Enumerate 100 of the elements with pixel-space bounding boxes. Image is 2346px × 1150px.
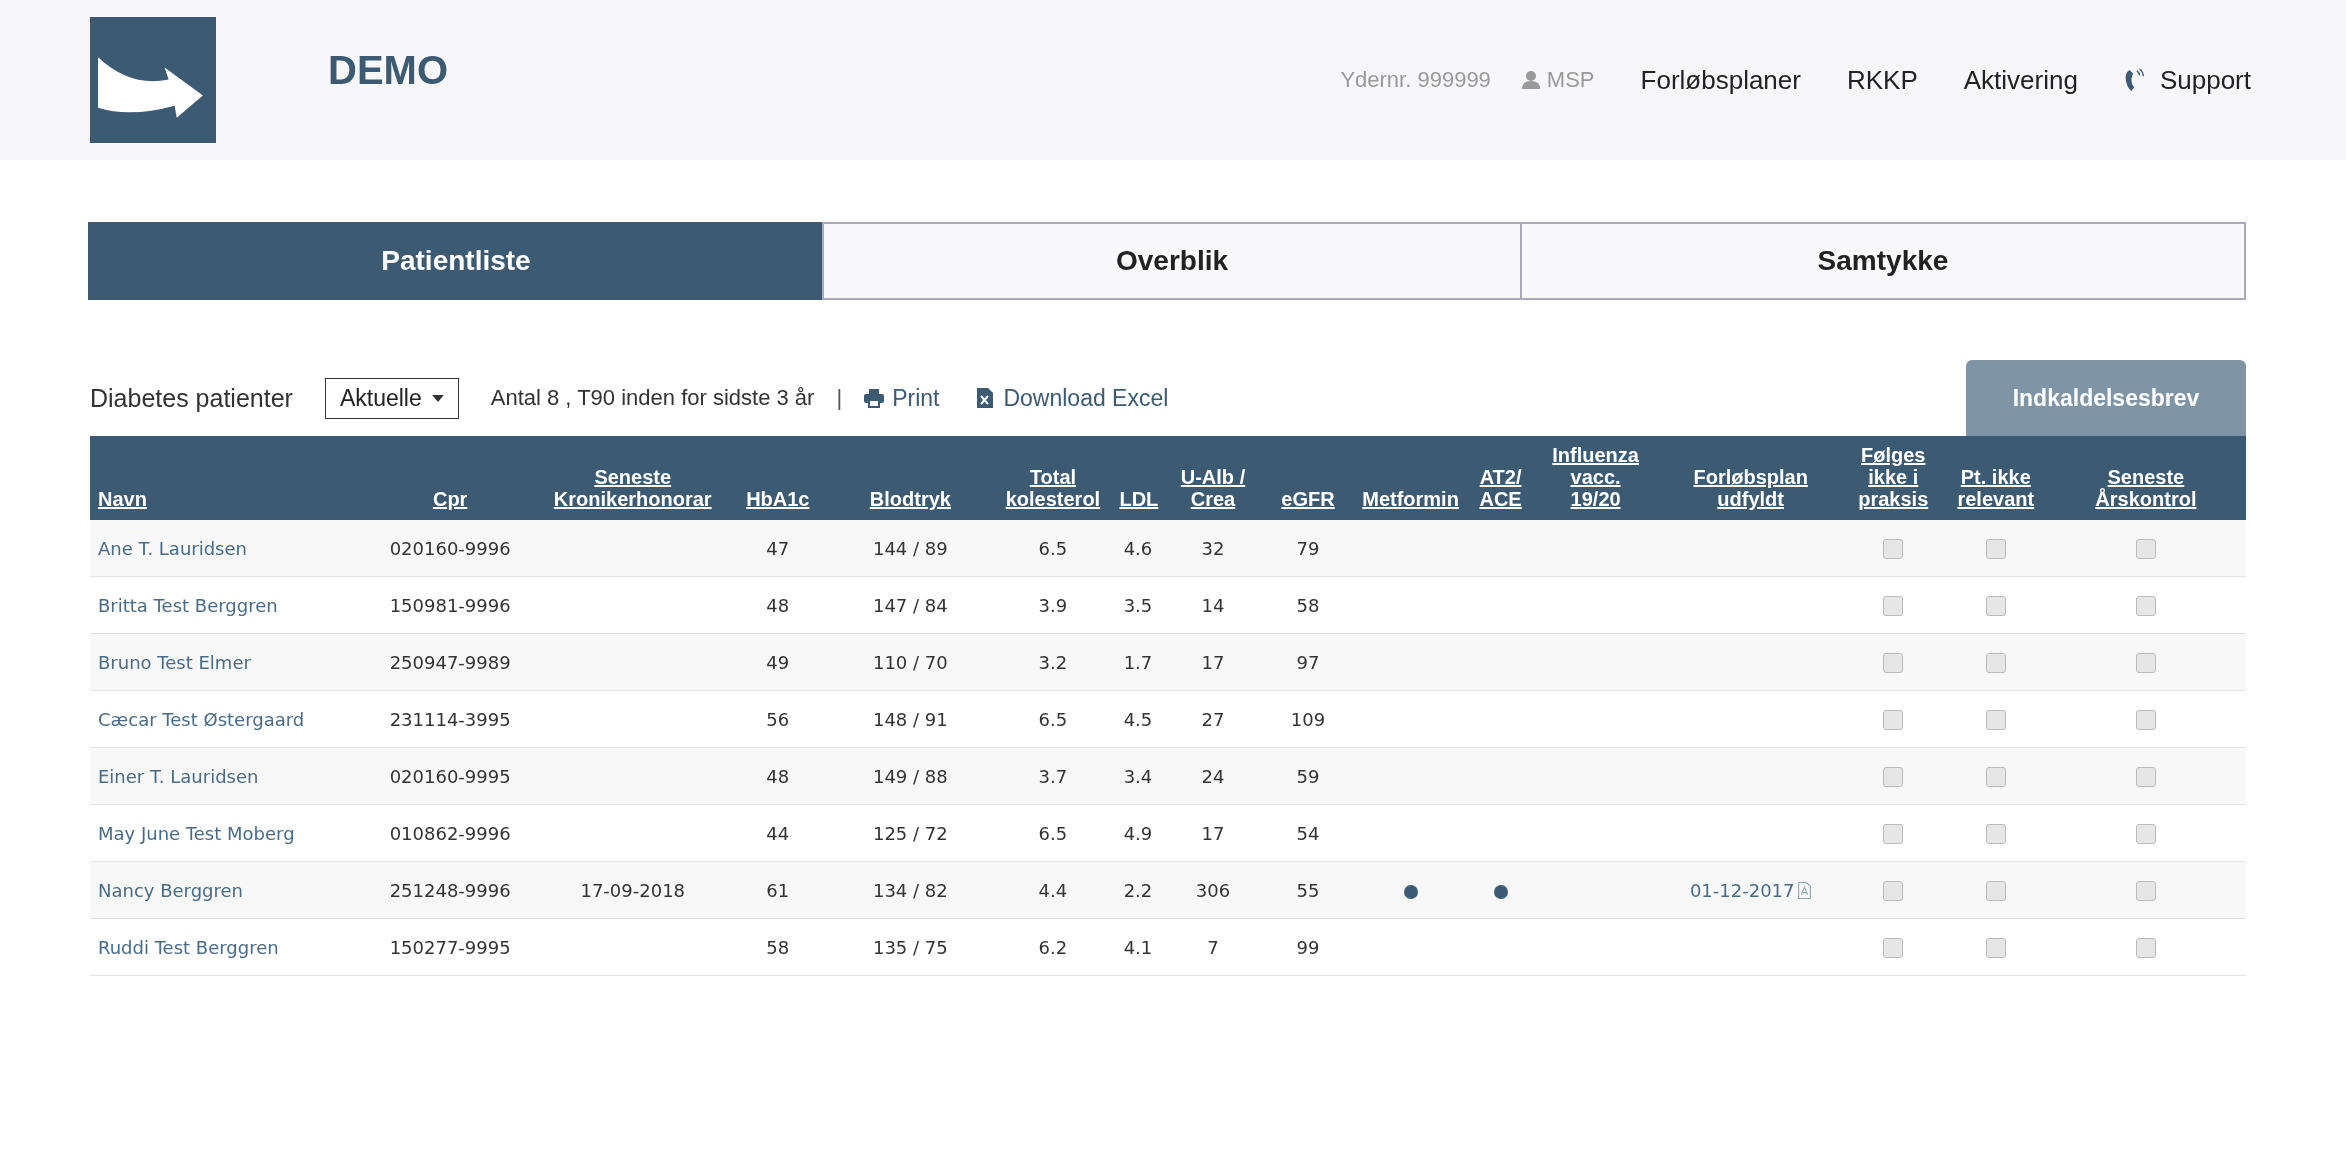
table-cell: 134 / 82 [872,879,948,901]
patient-name-link[interactable]: Cæcar Test Østergaard [98,708,305,730]
list-label: Diabetes patienter [90,383,293,413]
nav-link[interactable]: Forløbsplaner [1640,64,1801,96]
user-icon [1520,70,1541,90]
patient-name-link[interactable]: Ruddi Test Berggren [98,936,279,958]
checkbox[interactable] [2135,710,2156,730]
checkbox[interactable] [1985,938,2006,958]
tab[interactable]: Samtykke [1520,222,2246,300]
column-header[interactable]: HbA1c [746,488,810,510]
table-cell: 135 / 75 [872,936,948,958]
table-cell: 17 [1201,822,1225,844]
table-cell: 6.2 [1038,936,1068,958]
column-header[interactable]: Forløbsplan udfyldt [1693,466,1808,510]
support-link[interactable]: Support [2123,64,2251,96]
table-cell: 3.5 [1123,594,1153,616]
table-cell: 59 [1296,765,1320,787]
table-cell: 17 [1201,651,1225,673]
table-cell: 010862-9996 [389,822,511,844]
checkbox[interactable] [1985,539,2006,559]
table-cell: 49 [766,651,790,673]
column-header[interactable]: LDL [1119,488,1159,510]
column-header[interactable]: U-Alb / Crea [1180,466,1246,510]
checkbox[interactable] [1985,767,2006,787]
column-header[interactable]: Cpr [432,488,468,510]
checkbox[interactable] [2135,938,2156,958]
table-cell: 56 [766,708,790,730]
checkbox[interactable] [2135,596,2156,616]
table-cell: 4.9 [1123,822,1153,844]
table-cell: 3.4 [1123,765,1153,787]
checkbox[interactable] [1883,824,1904,844]
checkbox[interactable] [2135,824,2156,844]
table-cell: 149 / 88 [872,765,948,787]
checkbox[interactable] [2135,767,2156,787]
table-cell: 32 [1201,537,1225,559]
table-cell: 6.5 [1038,708,1068,730]
table-cell: 3.9 [1038,594,1068,616]
checkbox[interactable] [1985,881,2006,901]
table-cell: 110 / 70 [872,651,948,673]
column-header[interactable]: Influenza vacc. 19/20 [1552,444,1639,510]
table-cell: 44 [766,822,790,844]
table-cell: 1.7 [1123,651,1153,673]
table-cell: 144 / 89 [872,537,948,559]
checkbox[interactable] [1985,710,2006,730]
table-cell: 4.5 [1123,708,1153,730]
column-header[interactable]: Pt. ikke relevant [1957,466,2035,510]
column-header[interactable]: Total kolesterol [1005,466,1101,510]
table-cell: 14 [1201,594,1225,616]
column-header[interactable]: Seneste Kronikerhonorar [553,466,712,510]
checkbox[interactable] [1883,938,1904,958]
table-cell: 4.1 [1123,936,1153,958]
table-cell: 148 / 91 [872,708,948,730]
column-header[interactable]: Seneste Årskontrol [2095,466,2197,510]
download-excel-link[interactable]: Download Excel [975,384,1169,412]
table-cell: 24 [1201,765,1225,787]
phone-icon [2123,66,2146,94]
patient-name-link[interactable]: May June Test Moberg [98,822,295,844]
table-cell: 58 [766,936,790,958]
table-cell: 48 [766,765,790,787]
print-icon [864,388,885,408]
print-link[interactable]: Print [864,384,940,412]
checkbox[interactable] [1883,767,1904,787]
checkbox[interactable] [1883,653,1904,673]
table-cell: 150277-9995 [389,936,511,958]
checkbox[interactable] [2135,653,2156,673]
app-title: DEMO [328,47,448,93]
table-cell: 47 [766,537,790,559]
table-cell: 6.5 [1038,537,1068,559]
table-cell: 231114-3995 [389,708,511,730]
table-cell: 4.6 [1123,537,1153,559]
table-cell: 55 [1296,879,1320,901]
table-cell: 4.4 [1038,879,1068,901]
column-header[interactable]: eGFR [1281,488,1335,510]
column-header[interactable]: Metformin [1362,488,1459,510]
filter-dropdown[interactable]: Aktuelle [324,377,459,419]
column-header[interactable]: Følges ikke i praksis [1858,444,1929,510]
table-cell: 306 [1195,879,1231,901]
checkbox[interactable] [1883,539,1904,559]
checkbox[interactable] [1883,881,1904,901]
nav-link[interactable]: RKKP [1846,64,1918,96]
checkbox[interactable] [1985,596,2006,616]
checkbox[interactable] [1883,596,1904,616]
checkbox[interactable] [1985,653,2006,673]
table-cell: 97 [1296,651,1320,673]
column-header[interactable]: Blodtryk [869,488,951,510]
caret-icon [431,394,444,402]
tab[interactable]: Patientliste [88,222,824,300]
checkbox[interactable] [1883,710,1904,730]
column-header[interactable]: Navn [98,488,147,510]
checkbox[interactable] [1985,824,2006,844]
table-cell: 147 / 84 [872,594,948,616]
patient-name-link[interactable]: Britta Test Berggren [98,594,278,616]
checkbox[interactable] [2135,881,2156,901]
table-cell: 109 [1290,708,1326,730]
column-header[interactable]: AT2/ ACE [1479,466,1522,510]
nav-link[interactable]: Aktivering [1963,64,2078,96]
separator: | [836,385,843,411]
table-cell: 020160-9996 [389,537,511,559]
tab[interactable]: Overblik [822,222,1522,300]
checkbox[interactable] [2135,539,2156,559]
